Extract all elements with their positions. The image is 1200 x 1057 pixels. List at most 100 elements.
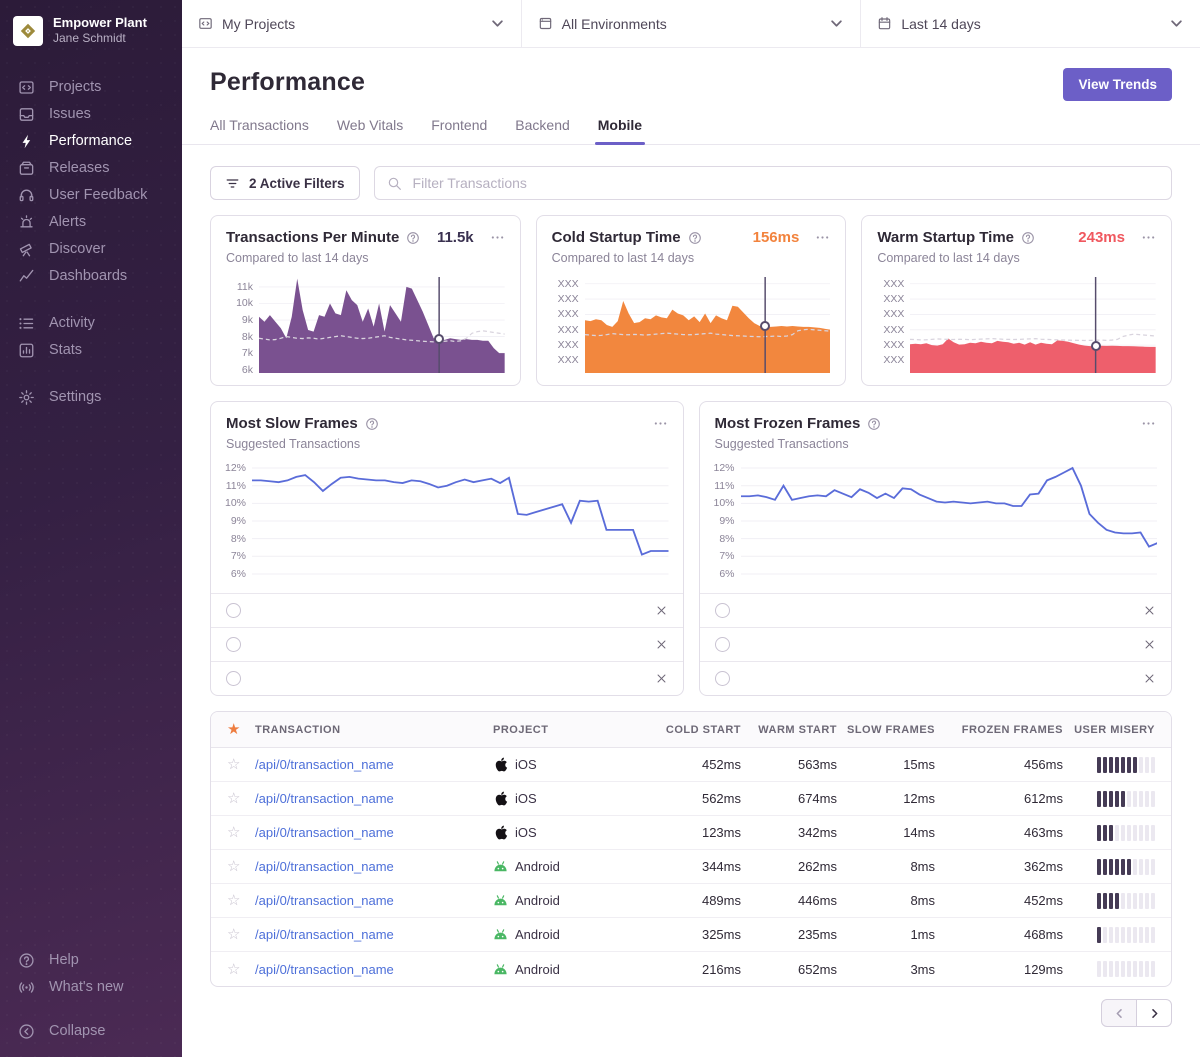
column-header[interactable]: TRANSACTION <box>255 724 493 736</box>
star-icon[interactable]: ☆ <box>227 962 255 977</box>
sidebar-item[interactable]: Discover <box>0 236 182 263</box>
transaction-search[interactable] <box>374 166 1172 200</box>
sidebar-item[interactable]: Performance <box>0 128 182 155</box>
suggested-transaction-row <box>211 593 683 627</box>
apple-icon <box>493 757 508 772</box>
question-icon[interactable] <box>1021 231 1035 245</box>
ellipsis-icon[interactable] <box>815 230 830 245</box>
sidebar-item[interactable]: Alerts <box>0 209 182 236</box>
sidebar-item[interactable]: Releases <box>0 155 182 182</box>
table-row: ☆ /api/0/transaction_name Android 489ms … <box>211 884 1171 918</box>
sidebar-item[interactable]: User Feedback <box>0 182 182 209</box>
transaction-link[interactable]: /api/0/transaction_name <box>255 757 493 772</box>
chevron-right-icon <box>1148 1007 1161 1020</box>
column-header[interactable]: USER MISERY <box>1074 724 1155 736</box>
tab[interactable]: Web Vitals <box>337 117 403 144</box>
sidebar-collapse-button[interactable]: Collapse <box>0 1018 182 1045</box>
project-cell: iOS <box>493 791 651 806</box>
search-input[interactable] <box>411 174 1159 192</box>
transaction-link[interactable]: /api/0/transaction_name <box>255 927 493 942</box>
column-header[interactable]: SLOW FRAMES <box>837 724 935 736</box>
close-icon[interactable] <box>655 604 668 617</box>
sidebar-item-label: User Feedback <box>49 187 147 204</box>
star-icon[interactable]: ☆ <box>227 825 255 840</box>
close-icon[interactable] <box>1143 672 1156 685</box>
transaction-link[interactable]: /api/0/transaction_name <box>255 791 493 806</box>
next-page-button[interactable] <box>1136 999 1172 1027</box>
close-icon[interactable] <box>1143 604 1156 617</box>
transaction-link[interactable]: /api/0/transaction_name <box>255 825 493 840</box>
close-icon[interactable] <box>1143 638 1156 651</box>
radio-button[interactable] <box>715 671 730 686</box>
sidebar-footer-item[interactable]: Help <box>0 947 182 974</box>
view-trends-button[interactable]: View Trends <box>1063 68 1172 101</box>
org-switcher[interactable]: Empower Plant Jane Schmidt <box>0 0 182 62</box>
column-header[interactable]: PROJECT <box>493 724 651 736</box>
star-icon[interactable]: ☆ <box>227 791 255 806</box>
question-icon[interactable] <box>365 417 379 431</box>
card-title: Transactions Per Minute <box>226 229 399 246</box>
sidebar-item[interactable]: Stats <box>0 337 182 364</box>
radio-button[interactable] <box>226 603 241 618</box>
question-icon[interactable] <box>406 231 420 245</box>
user-misery-bars <box>1097 791 1155 807</box>
sidebar-item[interactable]: Dashboards <box>0 263 182 290</box>
global-filter-dropdown[interactable]: My Projects <box>182 0 522 47</box>
close-icon[interactable] <box>655 672 668 685</box>
org-name: Empower Plant <box>53 15 147 31</box>
widget-subtitle: Suggested Transactions <box>226 437 668 451</box>
ellipsis-icon[interactable] <box>1141 416 1156 431</box>
column-header[interactable]: FROZEN FRAMES <box>935 724 1063 736</box>
column-header[interactable]: WARM START <box>741 724 837 736</box>
sidebar-item[interactable]: Issues <box>0 101 182 128</box>
ellipsis-icon[interactable] <box>490 230 505 245</box>
tab[interactable]: Backend <box>515 117 569 144</box>
radio-button[interactable] <box>715 637 730 652</box>
sidebar-item-label: Activity <box>49 315 95 332</box>
question-icon[interactable] <box>867 417 881 431</box>
cold-start-value: 325ms <box>651 927 741 942</box>
global-filter-dropdown[interactable]: Last 14 days <box>861 0 1200 47</box>
slow-frames-value: 14ms <box>837 825 935 840</box>
radio-button[interactable] <box>226 637 241 652</box>
tab[interactable]: Mobile <box>598 117 642 144</box>
slow-frames-value: 15ms <box>837 757 935 772</box>
question-icon[interactable] <box>688 231 702 245</box>
sidebar-item[interactable]: Projects <box>0 74 182 101</box>
metric-chart: XXXXXXXXXXXXXXXXXX <box>877 277 1156 373</box>
transaction-link[interactable]: /api/0/transaction_name <box>255 893 493 908</box>
radio-button[interactable] <box>715 603 730 618</box>
column-header[interactable]: COLD START <box>651 724 741 736</box>
key-transactions-star-icon[interactable]: ★ <box>227 722 255 737</box>
global-filter-dropdown[interactable]: All Environments <box>522 0 862 47</box>
sidebar-item[interactable]: Activity <box>0 310 182 337</box>
active-filters-button[interactable]: 2 Active Filters <box>210 166 360 200</box>
user-misery-bars <box>1097 893 1155 909</box>
ellipsis-icon[interactable] <box>653 416 668 431</box>
previous-page-button[interactable] <box>1101 999 1137 1027</box>
sidebar-footer-item[interactable]: What's new <box>0 974 182 1001</box>
radio-button[interactable] <box>226 671 241 686</box>
cold-start-value: 216ms <box>651 962 741 977</box>
chart-plot <box>259 277 505 373</box>
project-cell: Android <box>493 893 651 908</box>
close-icon[interactable] <box>655 638 668 651</box>
star-icon[interactable]: ☆ <box>227 927 255 942</box>
cold-start-value: 123ms <box>651 825 741 840</box>
star-icon[interactable]: ☆ <box>227 757 255 772</box>
table-row: ☆ /api/0/transaction_name iOS 562ms 674m… <box>211 782 1171 816</box>
tab[interactable]: All Transactions <box>210 117 309 144</box>
alerts-icon <box>18 214 35 231</box>
card-value: 11.5k <box>437 229 474 246</box>
sidebar-item-settings[interactable]: Settings <box>0 384 182 411</box>
android-icon <box>493 859 508 874</box>
transaction-link[interactable]: /api/0/transaction_name <box>255 962 493 977</box>
star-icon[interactable]: ☆ <box>227 859 255 874</box>
star-icon[interactable]: ☆ <box>227 893 255 908</box>
ellipsis-icon[interactable] <box>1141 230 1156 245</box>
slow-frames-value: 8ms <box>837 859 935 874</box>
frame-widgets: Most Slow Frames Suggested Transactions … <box>210 401 1172 696</box>
whats-new-icon <box>18 979 35 996</box>
transaction-link[interactable]: /api/0/transaction_name <box>255 859 493 874</box>
tab[interactable]: Frontend <box>431 117 487 144</box>
